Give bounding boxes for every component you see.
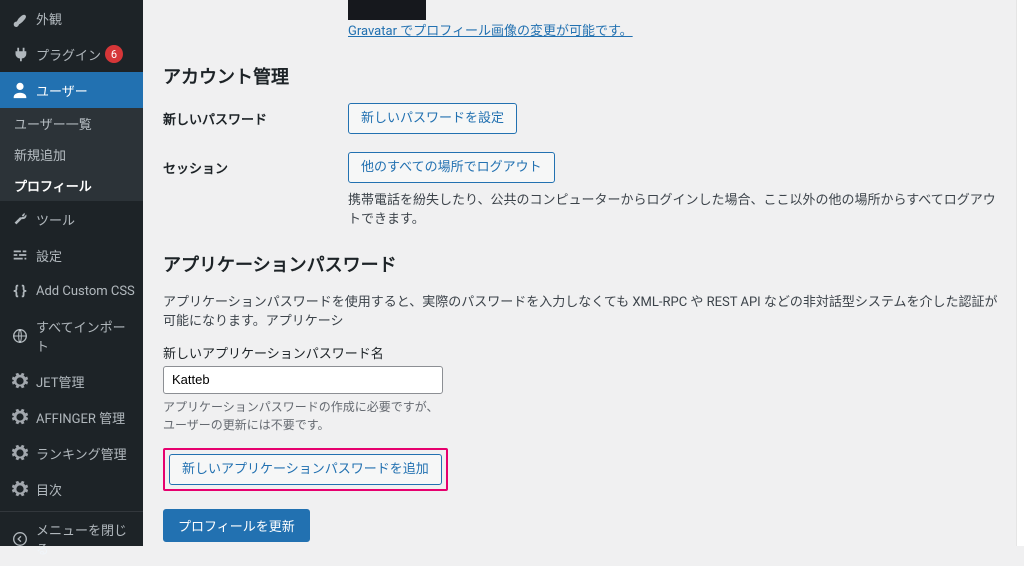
session-description: 携帯電話を紛失したり、公共のコンピューターからログインした場合、ここ以外の他の場… — [348, 189, 1004, 227]
session-label: セッション — [163, 152, 348, 177]
menu-label: プラグイン — [36, 45, 101, 64]
menu-ranking[interactable]: ランキング管理 — [0, 435, 143, 471]
user-icon — [10, 80, 30, 100]
submenu-all-users[interactable]: ユーザー一覧 — [0, 108, 143, 139]
sliders-icon — [10, 245, 30, 265]
app-password-description: アプリケーションパスワードを使用すると、実際のパスワードを入力しなくても XML… — [163, 291, 1004, 329]
menu-label: 設定 — [36, 246, 62, 265]
add-app-password-button[interactable]: 新しいアプリケーションパスワードを追加 — [169, 454, 442, 485]
menu-label: JET管理 — [36, 372, 84, 391]
account-heading: アカウント管理 — [163, 63, 1004, 89]
menu-tools[interactable]: ツール — [0, 201, 143, 237]
update-badge: 6 — [105, 45, 123, 63]
menu-import-all[interactable]: すべてインポート — [0, 309, 143, 363]
logout-everywhere-button[interactable]: 他のすべての場所でログアウト — [348, 152, 555, 183]
menu-plugins[interactable]: プラグイン 6 — [0, 36, 143, 72]
set-password-button[interactable]: 新しいパスワードを設定 — [348, 103, 517, 134]
menu-label: メニューを閉じる — [36, 520, 135, 558]
password-label: 新しいパスワード — [163, 103, 348, 128]
menu-settings[interactable]: 設定 — [0, 237, 143, 273]
gravatar-link[interactable]: Gravatar でプロフィール画像の変更が可能です。 — [348, 24, 633, 39]
menu-label: すべてインポート — [36, 317, 135, 355]
submenu-profile[interactable]: プロフィール — [0, 170, 143, 201]
admin-sidebar: 外観 プラグイン 6 ユーザー ユーザー一覧 新規追加 プロフィール ツール 設… — [0, 0, 143, 546]
menu-jet[interactable]: JET管理 — [0, 363, 143, 399]
menu-collapse[interactable]: メニューを閉じる — [0, 511, 143, 566]
main-content: Gravatar でプロフィール画像の変更が可能です。 アカウント管理 新しいパ… — [143, 0, 1024, 546]
gear-icon — [10, 371, 30, 391]
menu-label: ツール — [36, 210, 75, 229]
menu-appearance[interactable]: 外観 — [0, 0, 143, 36]
menu-label: 外観 — [36, 9, 62, 28]
app-password-help: アプリケーションパスワードの作成に必要ですが、 ユーザーの更新には不要です。 — [163, 398, 1004, 434]
brush-icon — [10, 8, 30, 28]
menu-label: AFFINGER 管理 — [36, 408, 125, 427]
menu-toc[interactable]: 目次 — [0, 471, 143, 507]
plug-icon — [10, 44, 30, 64]
update-profile-button[interactable]: プロフィールを更新 — [163, 509, 310, 542]
app-password-name-label: 新しいアプリケーションパスワード名 — [163, 343, 1004, 362]
wrench-icon — [10, 209, 30, 229]
highlighted-action: 新しいアプリケーションパスワードを追加 — [163, 448, 448, 491]
app-password-name-input[interactable] — [163, 366, 443, 395]
braces-icon — [10, 281, 30, 301]
gear-icon — [10, 407, 30, 427]
menu-label: 目次 — [36, 480, 62, 499]
menu-label: ランキング管理 — [36, 444, 127, 463]
globe-icon — [10, 326, 30, 346]
collapse-icon — [10, 529, 30, 549]
menu-affinger[interactable]: AFFINGER 管理 — [0, 399, 143, 435]
submenu-users: ユーザー一覧 新規追加 プロフィール — [0, 108, 143, 201]
scrollbar-track[interactable] — [1016, 0, 1024, 546]
gear-icon — [10, 443, 30, 463]
menu-label: Add Custom CSS — [36, 284, 135, 299]
menu-users[interactable]: ユーザー — [0, 72, 143, 108]
menu-custom-css[interactable]: Add Custom CSS — [0, 273, 143, 309]
gear-icon — [10, 479, 30, 499]
profile-avatar — [348, 0, 426, 20]
app-password-heading: アプリケーションパスワード — [163, 251, 1004, 277]
submenu-add-new[interactable]: 新規追加 — [0, 139, 143, 170]
menu-label: ユーザー — [36, 81, 88, 100]
